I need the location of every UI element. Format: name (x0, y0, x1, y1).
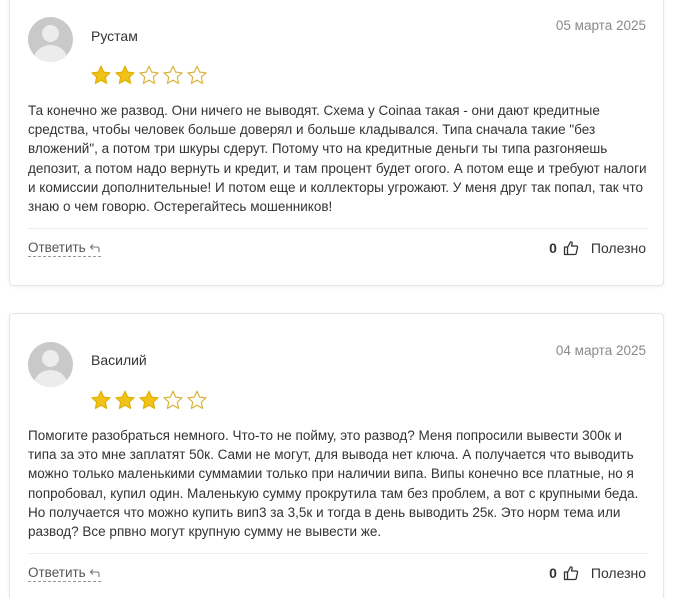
useful-label: Полезно (590, 565, 646, 581)
review-date: 04 марта 2025 (555, 343, 646, 358)
review-author: Василий (91, 352, 147, 368)
review-author: Рустам (91, 28, 138, 44)
thumbs-up-icon[interactable] (563, 240, 579, 256)
star-icon (163, 390, 183, 409)
star-icon (163, 65, 183, 84)
user-avatar-icon (28, 17, 73, 62)
reply-arrow-icon (89, 568, 100, 577)
useful-label: Полезно (590, 240, 646, 256)
thumbs-up-icon[interactable] (563, 565, 579, 581)
review-text: Помогите разобраться немного. Что-то не … (28, 428, 639, 540)
review-date: 05 марта 2025 (555, 18, 646, 33)
reply-button[interactable]: Ответить (28, 565, 101, 582)
star-icon (115, 65, 135, 84)
rating-stars (90, 389, 208, 411)
star-icon (139, 65, 159, 84)
likes-count: 0 (549, 240, 557, 256)
review-card: Рустам 05 марта 2025 Та конечно же разво… (9, 0, 664, 286)
rating-stars (90, 64, 208, 86)
reply-button[interactable]: Ответить (28, 240, 101, 257)
star-icon (187, 65, 207, 84)
useful-section: 0 Полезно (549, 565, 646, 581)
star-icon (91, 65, 111, 84)
reply-label: Ответить (28, 240, 86, 255)
star-icon (115, 390, 135, 409)
star-icon (139, 390, 159, 409)
star-icon (91, 390, 111, 409)
review-text: Та конечно же развод. Они ничего не выво… (28, 103, 647, 215)
useful-section: 0 Полезно (549, 240, 646, 256)
reply-arrow-icon (89, 243, 100, 252)
divider (28, 553, 648, 554)
star-icon (187, 390, 207, 409)
divider (28, 228, 648, 229)
likes-count: 0 (549, 565, 557, 581)
user-avatar-icon (28, 342, 73, 387)
review-card: Василий 04 марта 2025 Помогите разобрать… (9, 313, 664, 598)
reply-label: Ответить (28, 565, 86, 580)
